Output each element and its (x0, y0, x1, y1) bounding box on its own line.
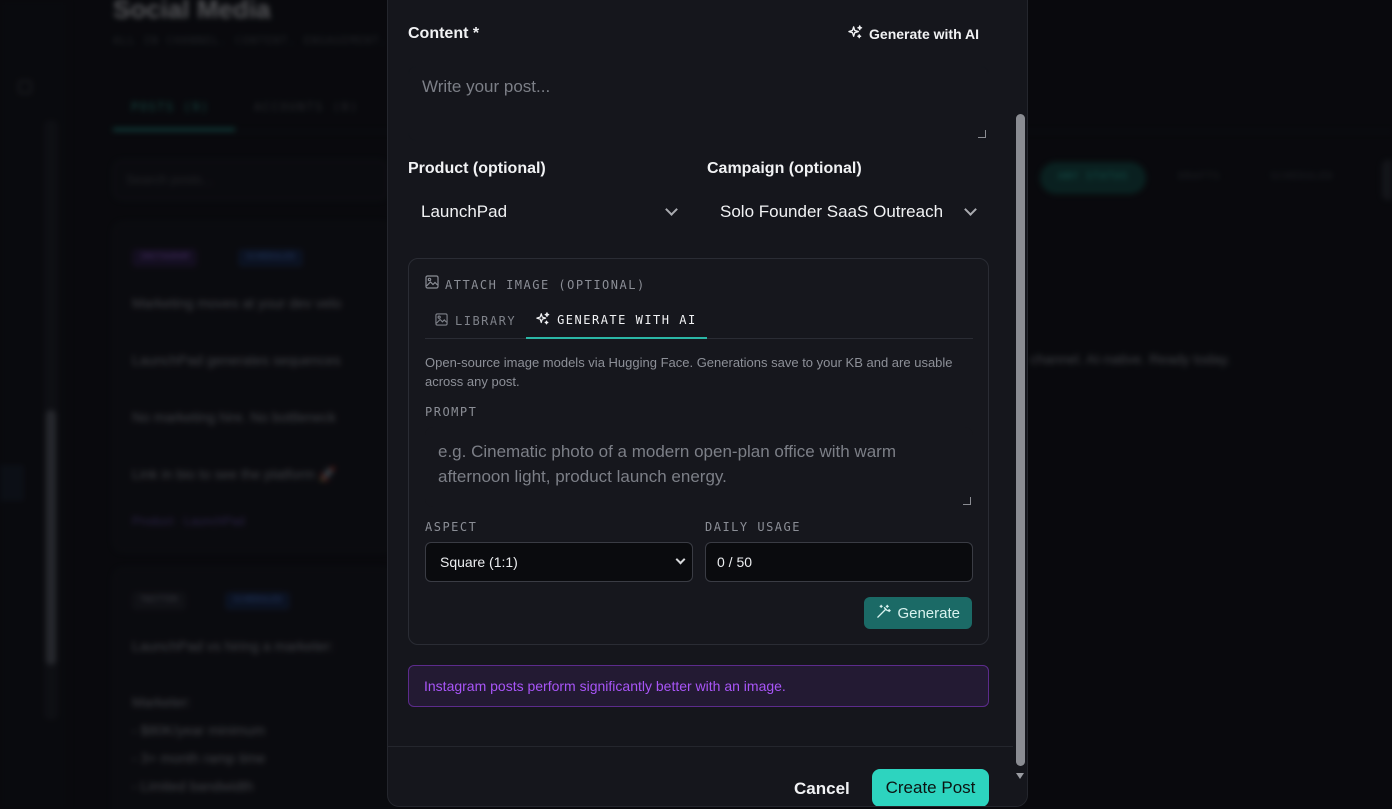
tab-library[interactable]: LIBRARY (425, 303, 526, 338)
product-field: Product (optional) LaunchPad (408, 160, 689, 232)
product-label: Product (optional) (408, 160, 546, 177)
image-icon (425, 275, 439, 294)
attach-image-panel: ATTACH IMAGE (OPTIONAL) LIBRARY GENERATE… (408, 258, 989, 645)
image-icon (435, 312, 448, 329)
image-source-tabs: LIBRARY GENERATE WITH AI (425, 303, 973, 339)
daily-usage-value: 0 / 50 (705, 542, 973, 582)
aspect-value: Square (1:1) (440, 554, 518, 570)
chevron-down-icon (665, 203, 678, 216)
cancel-button[interactable]: Cancel (794, 779, 850, 799)
create-post-modal: Content * Generate with AI Write your po… (387, 0, 1028, 807)
aspect-select[interactable]: Square (1:1) (425, 542, 693, 582)
prompt-placeholder: e.g. Cinematic photo of a modern open-pl… (438, 442, 896, 486)
attach-image-header: ATTACH IMAGE (OPTIONAL) (425, 275, 646, 294)
prompt-textarea[interactable]: e.g. Cinematic photo of a modern open-pl… (425, 427, 973, 507)
product-value: LaunchPad (421, 202, 508, 221)
content-header: Content * Generate with AI (408, 25, 989, 43)
modal-scrollbar-thumb[interactable] (1016, 114, 1025, 766)
content-textarea[interactable]: Write your post... (408, 66, 989, 141)
content-label: Content * (408, 25, 480, 42)
magic-wand-icon (876, 604, 892, 623)
sparkles-icon (536, 311, 550, 329)
resize-handle-icon[interactable] (963, 497, 971, 505)
tab-generate-label: GENERATE WITH AI (557, 313, 697, 327)
generate-with-ai-button[interactable]: Generate with AI (848, 25, 979, 43)
campaign-label: Campaign (optional) (707, 160, 862, 177)
selectors-row: Product (optional) LaunchPad Campaign (o… (408, 160, 989, 232)
daily-usage-label: DAILY USAGE (705, 520, 801, 534)
content-placeholder: Write your post... (422, 77, 551, 96)
footer-divider (388, 746, 1015, 747)
scroll-down-arrow-icon[interactable] (1016, 773, 1024, 779)
modal-scrollbar[interactable] (1013, 1, 1027, 806)
create-post-button[interactable]: Create Post (872, 769, 989, 806)
campaign-field: Campaign (optional) Solo Founder SaaS Ou… (707, 160, 988, 232)
generate-label: Generate (897, 604, 960, 622)
product-select[interactable]: LaunchPad (408, 192, 689, 232)
attach-image-title: ATTACH IMAGE (OPTIONAL) (445, 277, 646, 292)
generate-image-button[interactable]: Generate (864, 597, 972, 629)
sparkles-icon (848, 25, 863, 43)
aspect-field: ASPECT Square (1:1) (425, 520, 693, 582)
tab-library-label: LIBRARY (455, 313, 517, 328)
resize-handle-icon[interactable] (978, 130, 986, 138)
tab-generate-with-ai[interactable]: GENERATE WITH AI (526, 303, 707, 339)
generate-description: Open-source image models via Hugging Fac… (425, 355, 953, 389)
campaign-select[interactable]: Solo Founder SaaS Outreach (707, 192, 988, 232)
usage-field: DAILY USAGE 0 / 50 (705, 520, 973, 582)
chevron-down-icon (675, 554, 686, 565)
prompt-label: PROMPT (425, 405, 478, 419)
chevron-down-icon (964, 203, 977, 216)
aspect-usage-row: ASPECT Square (1:1) DAILY USAGE 0 / 50 (425, 520, 973, 582)
generate-with-ai-label: Generate with AI (869, 26, 979, 42)
instagram-image-notice: Instagram posts perform significantly be… (408, 665, 989, 707)
aspect-label: ASPECT (425, 520, 478, 534)
campaign-value: Solo Founder SaaS Outreach (720, 202, 944, 221)
